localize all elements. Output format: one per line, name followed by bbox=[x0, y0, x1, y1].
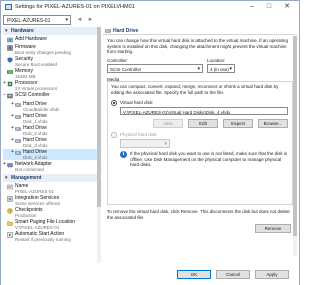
panel-header: Hard Drive bbox=[103, 27, 297, 35]
virtual-hard-disk-radio[interactable] bbox=[111, 100, 117, 106]
name-icon bbox=[7, 184, 13, 190]
media-description: You can compact, convert, expand, merge,… bbox=[111, 84, 279, 95]
hard-drive-icon bbox=[15, 127, 21, 131]
remove-description: To remove the virtual hard disk, click R… bbox=[107, 209, 290, 220]
minimize-button[interactable]: – bbox=[244, 1, 260, 13]
expand-icon[interactable]: + bbox=[11, 137, 14, 143]
expand-icon[interactable]: + bbox=[3, 80, 6, 86]
back-arrow-icon[interactable]: ◄ bbox=[75, 16, 84, 24]
settings-app-icon bbox=[5, 4, 12, 10]
sidebar-item-name[interactable]: Name PIXEL-AZURES-01 bbox=[3, 183, 99, 194]
ok-button[interactable]: OK bbox=[177, 270, 211, 279]
management-section-header[interactable]: ▾ Management bbox=[3, 174, 101, 182]
hard-drive-panel: Hard Drive You can change how this virtu… bbox=[103, 27, 297, 259]
hard-drive-icon bbox=[15, 103, 21, 107]
vm-select-dropdown[interactable]: PIXEL-AZURES-01 ▾ bbox=[3, 15, 71, 25]
controller-label: Controller: bbox=[107, 58, 128, 63]
remove-button[interactable]: Remove bbox=[255, 224, 291, 233]
sidebar-item-network-adapter[interactable]: + Network Adapter Not connected bbox=[3, 161, 99, 172]
collapse-icon[interactable]: − bbox=[3, 92, 6, 98]
panel-scrollbar[interactable] bbox=[293, 36, 297, 256]
dialog-footer: OK Cancel Apply bbox=[1, 263, 299, 285]
panel-scrollbar-thumb[interactable] bbox=[293, 36, 297, 236]
hard-drive-icon bbox=[15, 115, 21, 119]
new-button[interactable]: New bbox=[153, 119, 183, 128]
collapse-icon: ▾ bbox=[5, 175, 8, 181]
integration-services-icon bbox=[7, 196, 13, 202]
hard-drive-icon bbox=[15, 139, 21, 143]
checkpoints-icon bbox=[7, 208, 13, 214]
sidebar-item-processor[interactable]: + Processor 24 Virtual processors bbox=[3, 80, 99, 91]
sidebar-item-checkpoints[interactable]: Checkpoints Production bbox=[3, 207, 99, 218]
settings-window: Settings for PIXEL-AZURES-01 on PIXELVHM… bbox=[0, 0, 300, 285]
collapse-icon: ▾ bbox=[5, 28, 8, 34]
memory-icon bbox=[7, 70, 13, 74]
sidebar-scrollbar[interactable] bbox=[97, 27, 101, 279]
security-shield-icon bbox=[7, 57, 13, 63]
sidebar-item-smart-paging[interactable]: Smart Paging File Location V:\PIXEL-AZUR… bbox=[3, 219, 99, 230]
sidebar-item-security[interactable]: Security Secure Boot enabled bbox=[3, 56, 99, 67]
sidebar-item-memory[interactable]: Memory 16384 MB bbox=[3, 68, 99, 79]
scsi-controller-icon bbox=[7, 93, 13, 99]
sidebar-item-hard-drive-3[interactable]: + Hard Drive Disk_2.vhdx bbox=[3, 125, 99, 136]
smart-paging-icon bbox=[7, 221, 13, 226]
virtual-hard-disk-path-value: V:\PIXEL-AZURES-01\Virtual Hard Disks\Di… bbox=[123, 109, 231, 115]
forward-arrow-icon[interactable]: ► bbox=[86, 16, 95, 24]
panel-title: Hard Drive bbox=[113, 28, 139, 34]
expand-icon[interactable]: + bbox=[3, 161, 6, 167]
sidebar-item-integration-services[interactable]: Integration Services Some services offer… bbox=[3, 195, 99, 206]
controller-select[interactable]: SCSI Controller ▾ bbox=[107, 64, 203, 73]
expand-icon[interactable]: + bbox=[11, 125, 14, 131]
location-select-value: 4 (in use) bbox=[210, 67, 229, 72]
sidebar-item-hard-drive-4[interactable]: + Hard Drive Disk_3.vhdx bbox=[3, 137, 99, 148]
hard-drive-icon bbox=[105, 29, 111, 33]
virtual-hard-disk-label: Virtual hard disk: bbox=[120, 100, 154, 105]
sidebar-item-hard-drive-2[interactable]: + Hard Drive Disk_1.vhdx bbox=[3, 113, 99, 124]
network-adapter-icon bbox=[7, 163, 13, 168]
expand-icon[interactable]: + bbox=[11, 149, 14, 155]
physical-disk-note: If the physical hard disk you want to us… bbox=[130, 151, 288, 167]
firmware-icon bbox=[7, 45, 13, 51]
location-label: Location: bbox=[207, 58, 226, 63]
chevron-down-icon: ▾ bbox=[197, 66, 200, 72]
sidebar-item-hard-drive-5[interactable]: + Hard Drive Disk_4.vhdx bbox=[3, 149, 99, 160]
physical-hard-disk-select[interactable]: ▾ bbox=[120, 139, 170, 148]
vm-select-value: PIXEL-AZURES-01 bbox=[7, 18, 51, 24]
apply-button[interactable]: Apply bbox=[255, 270, 289, 279]
location-select[interactable]: 4 (in use) ▾ bbox=[207, 64, 235, 73]
sidebar-scrollbar-thumb[interactable] bbox=[97, 27, 101, 207]
inspect-button[interactable]: Inspect bbox=[223, 119, 253, 128]
expand-icon[interactable]: + bbox=[11, 101, 14, 107]
physical-hard-disk-label: Physical hard disk: bbox=[120, 132, 158, 137]
edit-button[interactable]: Edit bbox=[188, 119, 218, 128]
expand-icon[interactable]: + bbox=[11, 113, 14, 119]
browse-button[interactable]: Browse... bbox=[258, 119, 288, 128]
chevron-down-icon: ▾ bbox=[65, 17, 68, 23]
panel-intro-text: You can change how this virtual hard dis… bbox=[107, 38, 288, 54]
automatic-start-icon bbox=[7, 232, 13, 238]
virtual-hard-disk-path-input[interactable]: V:\PIXEL-AZURES-01\Virtual Hard Disks\Di… bbox=[120, 107, 288, 115]
title-bar: Settings for PIXEL-AZURES-01 on PIXELVHM… bbox=[1, 1, 299, 14]
vm-toolbar: PIXEL-AZURES-01 ▾ ◄ ► bbox=[3, 15, 99, 25]
hardware-section-header[interactable]: ▾ Hardware bbox=[3, 27, 101, 35]
controller-select-value: SCSI Controller bbox=[110, 67, 142, 72]
sidebar-item-hard-drive-1[interactable]: + Hard Drive CloudBuilder.vhdx bbox=[3, 101, 99, 112]
info-icon: i bbox=[120, 151, 127, 158]
cancel-button[interactable]: Cancel bbox=[216, 270, 250, 279]
window-title: Settings for PIXEL-AZURES-01 on PIXELVHM… bbox=[15, 4, 135, 10]
settings-sidebar: ▾ Hardware Add Hardware Firmware Boot en… bbox=[3, 27, 101, 279]
processor-icon bbox=[7, 81, 13, 87]
maximize-button[interactable]: □ bbox=[261, 1, 277, 13]
chevron-down-icon: ▾ bbox=[164, 141, 167, 147]
hard-drive-icon bbox=[15, 151, 21, 155]
sidebar-item-automatic-start[interactable]: Automatic Start Action Restart if previo… bbox=[3, 231, 99, 242]
sidebar-item-firmware[interactable]: Firmware Boot entry changes pending bbox=[3, 44, 99, 55]
physical-hard-disk-radio[interactable] bbox=[111, 132, 117, 138]
close-button[interactable]: ✕ bbox=[279, 1, 295, 13]
add-hardware-icon bbox=[7, 37, 13, 43]
chevron-down-icon: ▾ bbox=[229, 66, 232, 72]
